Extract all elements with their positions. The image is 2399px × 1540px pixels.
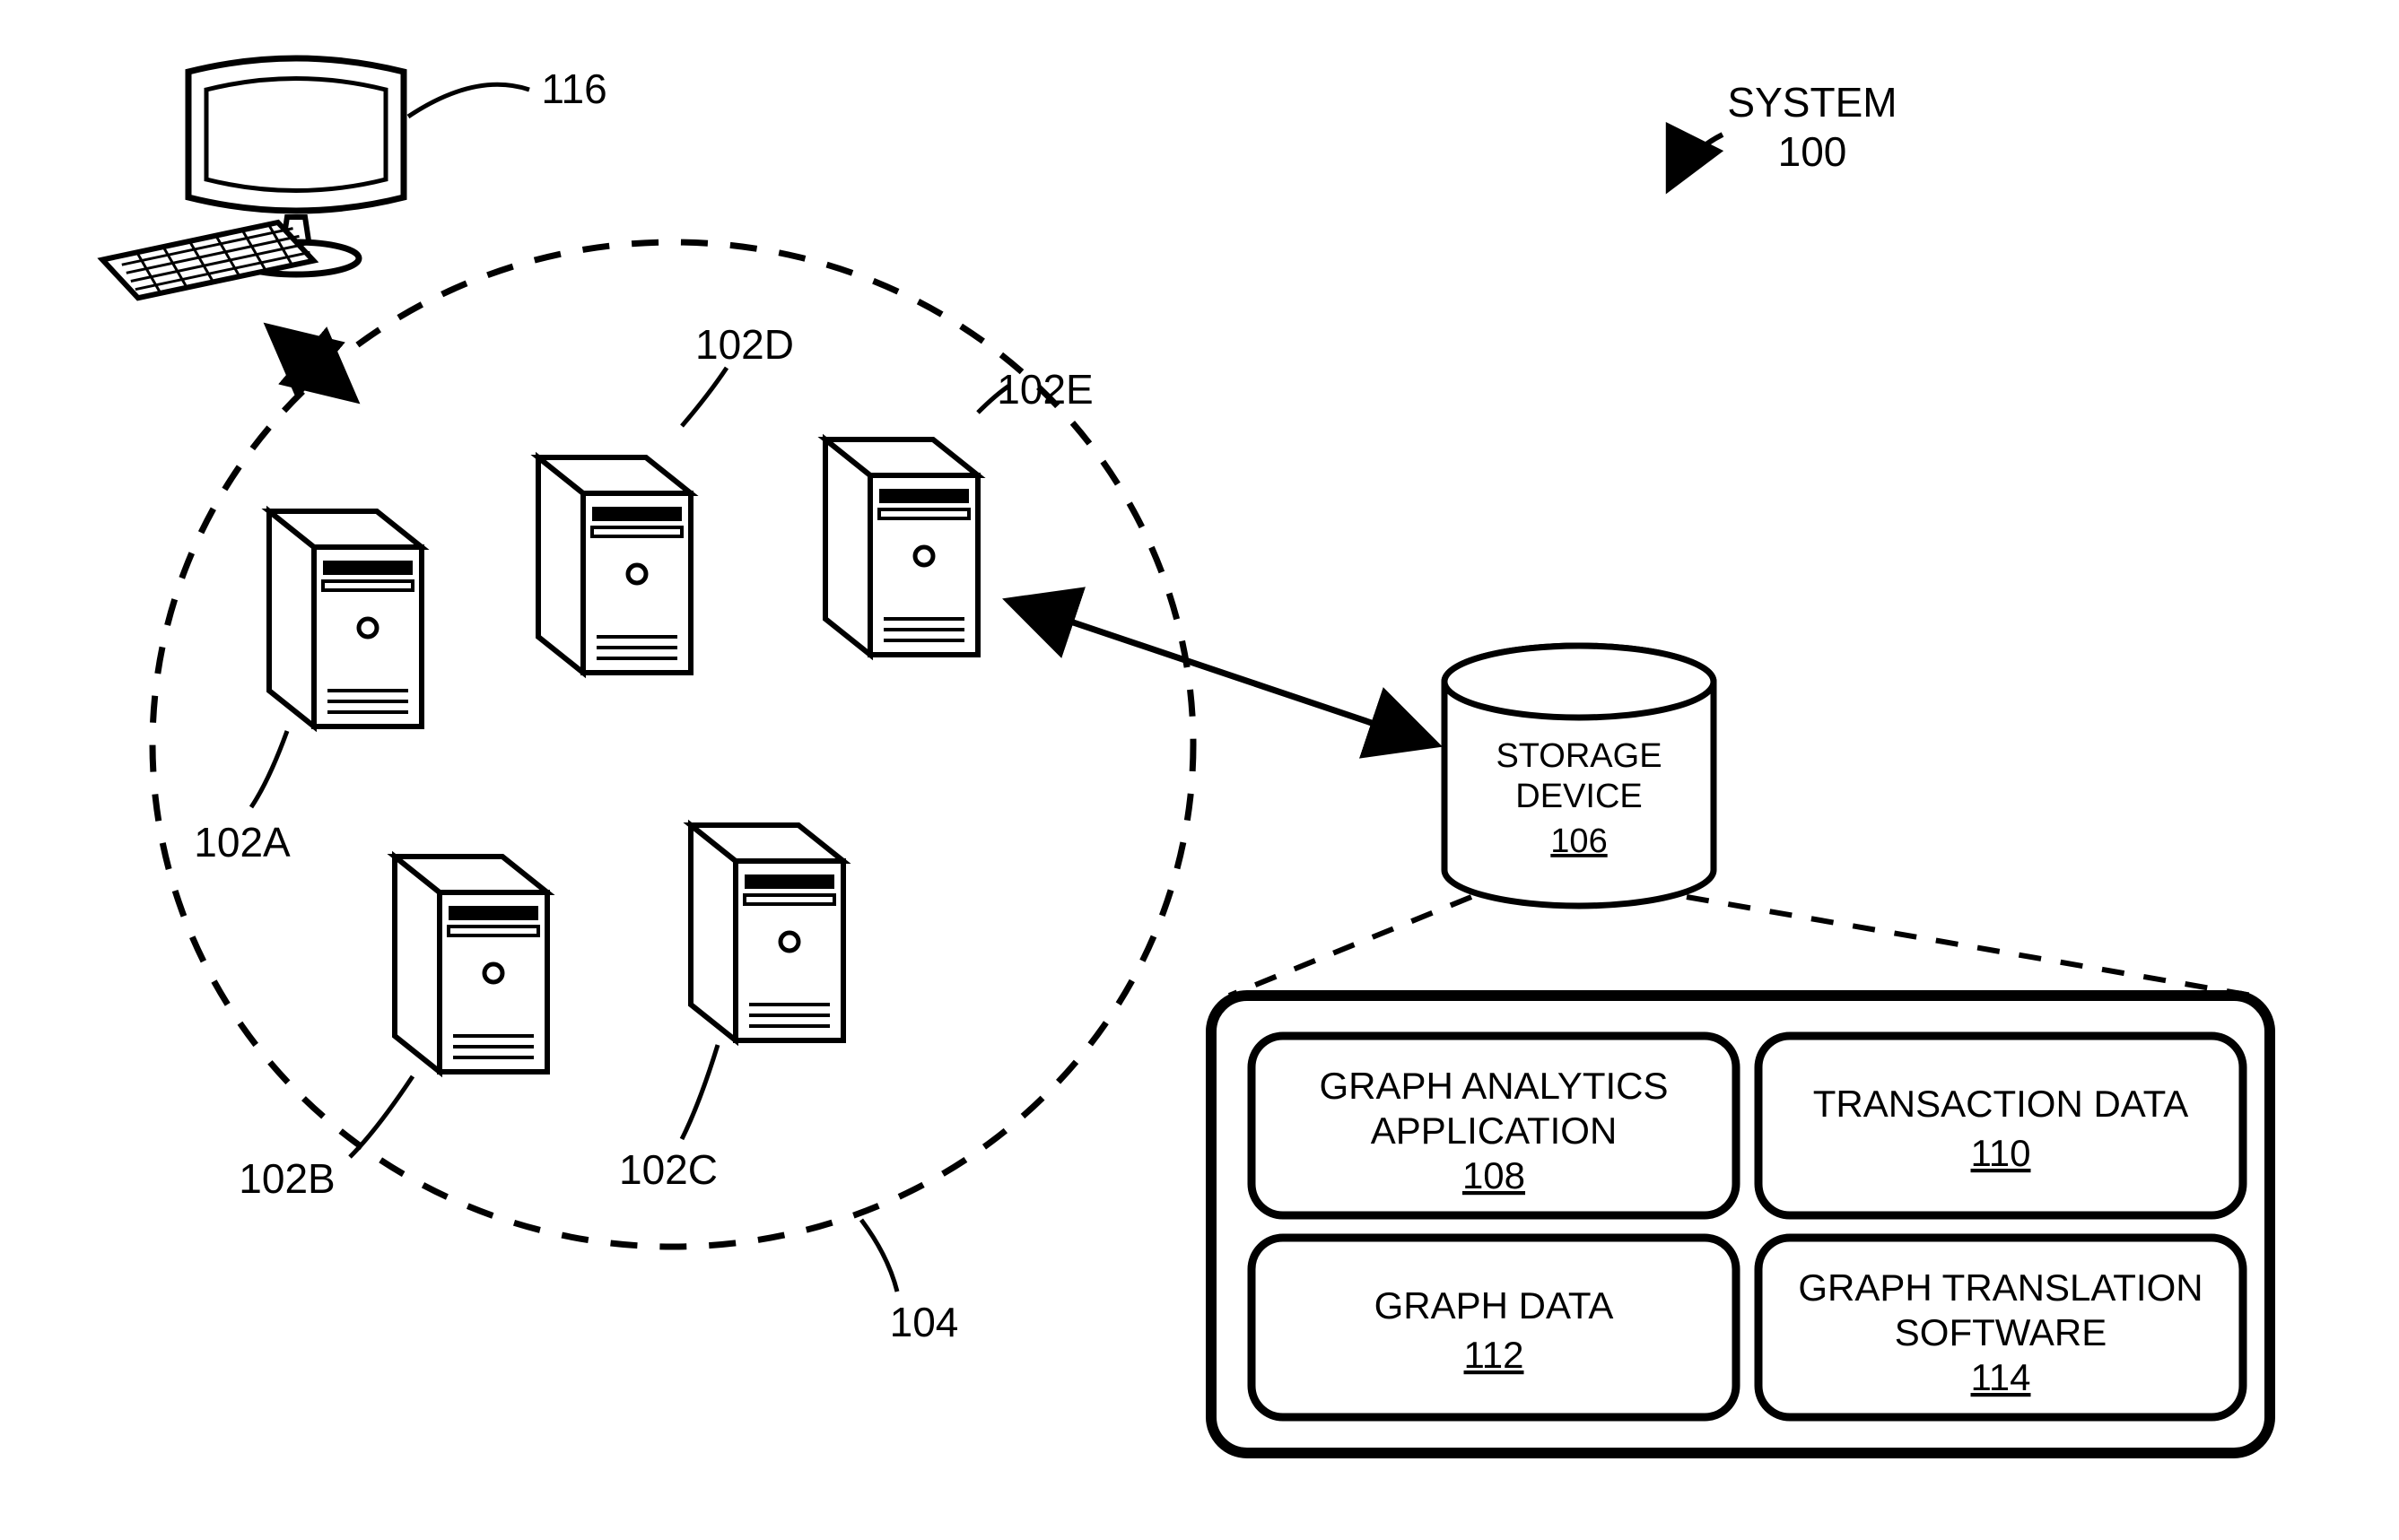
storage-title-2: DEVICE <box>1515 778 1642 815</box>
server-b <box>395 857 547 1072</box>
client-ref: 116 <box>541 65 606 112</box>
storage-device: STORAGE DEVICE 106 <box>1444 646 1714 906</box>
box-transaction-data <box>1758 1036 2243 1215</box>
storage-ref: 106 <box>1550 822 1607 860</box>
server-a-ref: 102A <box>194 819 291 866</box>
storage-title-1: STORAGE <box>1496 737 1662 775</box>
server-e-ref: 102E <box>997 366 1093 413</box>
client-cluster-link <box>269 327 354 399</box>
server-c-leader <box>682 1045 718 1139</box>
box-gdata-line1: GRAPH DATA <box>1374 1284 1614 1327</box>
server-c <box>691 825 843 1040</box>
server-a-leader <box>251 731 287 807</box>
server-c-ref: 102C <box>619 1146 718 1193</box>
cluster-storage-link <box>1009 601 1435 744</box>
box-txn-ref: 110 <box>1971 1132 2031 1174</box>
box-app-ref: 108 <box>1462 1154 1525 1196</box>
server-b-ref: 102B <box>239 1155 335 1202</box>
box-txn-line1: TRANSACTION DATA <box>1813 1083 2188 1125</box>
box-trans-line2: SOFTWARE <box>1895 1311 2107 1353</box>
storage-callout-left <box>1229 897 1471 996</box>
box-app-line2: APPLICATION <box>1371 1109 1618 1152</box>
server-d-ref: 102D <box>695 321 794 368</box>
server-b-leader <box>350 1076 413 1157</box>
box-gdata-ref: 112 <box>1464 1334 1524 1376</box>
system-title: SYSTEM <box>1727 79 1897 126</box>
cluster-ref: 104 <box>890 1299 959 1345</box>
client-leader <box>408 84 529 117</box>
server-d <box>538 457 691 673</box>
box-trans-line1: GRAPH TRANSLATION <box>1798 1266 2203 1309</box>
cluster-leader <box>861 1220 897 1292</box>
system-ref: 100 <box>1778 128 1847 175</box>
server-d-leader <box>682 368 727 426</box>
box-app-line1: GRAPH ANALYTICS <box>1320 1065 1669 1107</box>
box-trans-ref: 114 <box>1971 1356 2031 1398</box>
system-label: SYSTEM 100 <box>1669 79 1897 188</box>
server-e <box>825 439 978 655</box>
client-computer <box>102 58 404 303</box>
server-a <box>269 511 422 726</box>
diagram-canvas: SYSTEM 100 116 <box>0 0 2399 1540</box>
box-graph-data <box>1252 1238 1736 1417</box>
storage-callout-right <box>1687 897 2252 996</box>
